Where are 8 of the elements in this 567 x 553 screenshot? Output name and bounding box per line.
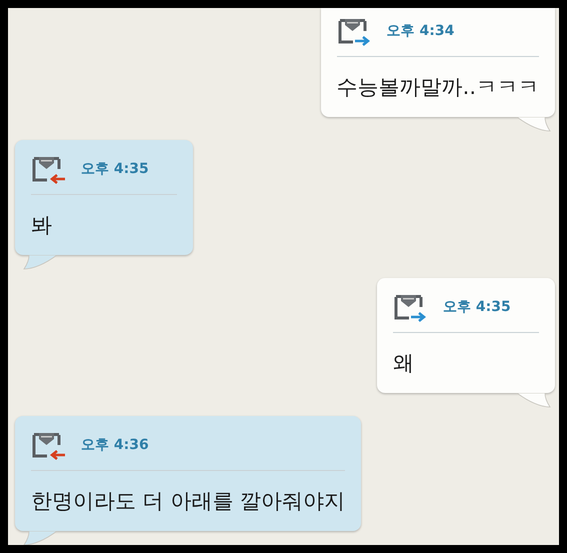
message-text: 한명이라도 더 아래를 깔아줘야지	[31, 488, 346, 515]
message-text: 수능볼까말까..ㅋㅋㅋ	[336, 74, 539, 101]
message-time: 오후 4:35	[81, 160, 149, 178]
message-time: 오후 4:36	[81, 436, 149, 454]
message-time: 오후 4:35	[443, 298, 511, 316]
message-time: 오후 4:34	[386, 22, 454, 40]
message-text: 왜	[393, 350, 415, 377]
message-text: 봐	[31, 212, 53, 239]
